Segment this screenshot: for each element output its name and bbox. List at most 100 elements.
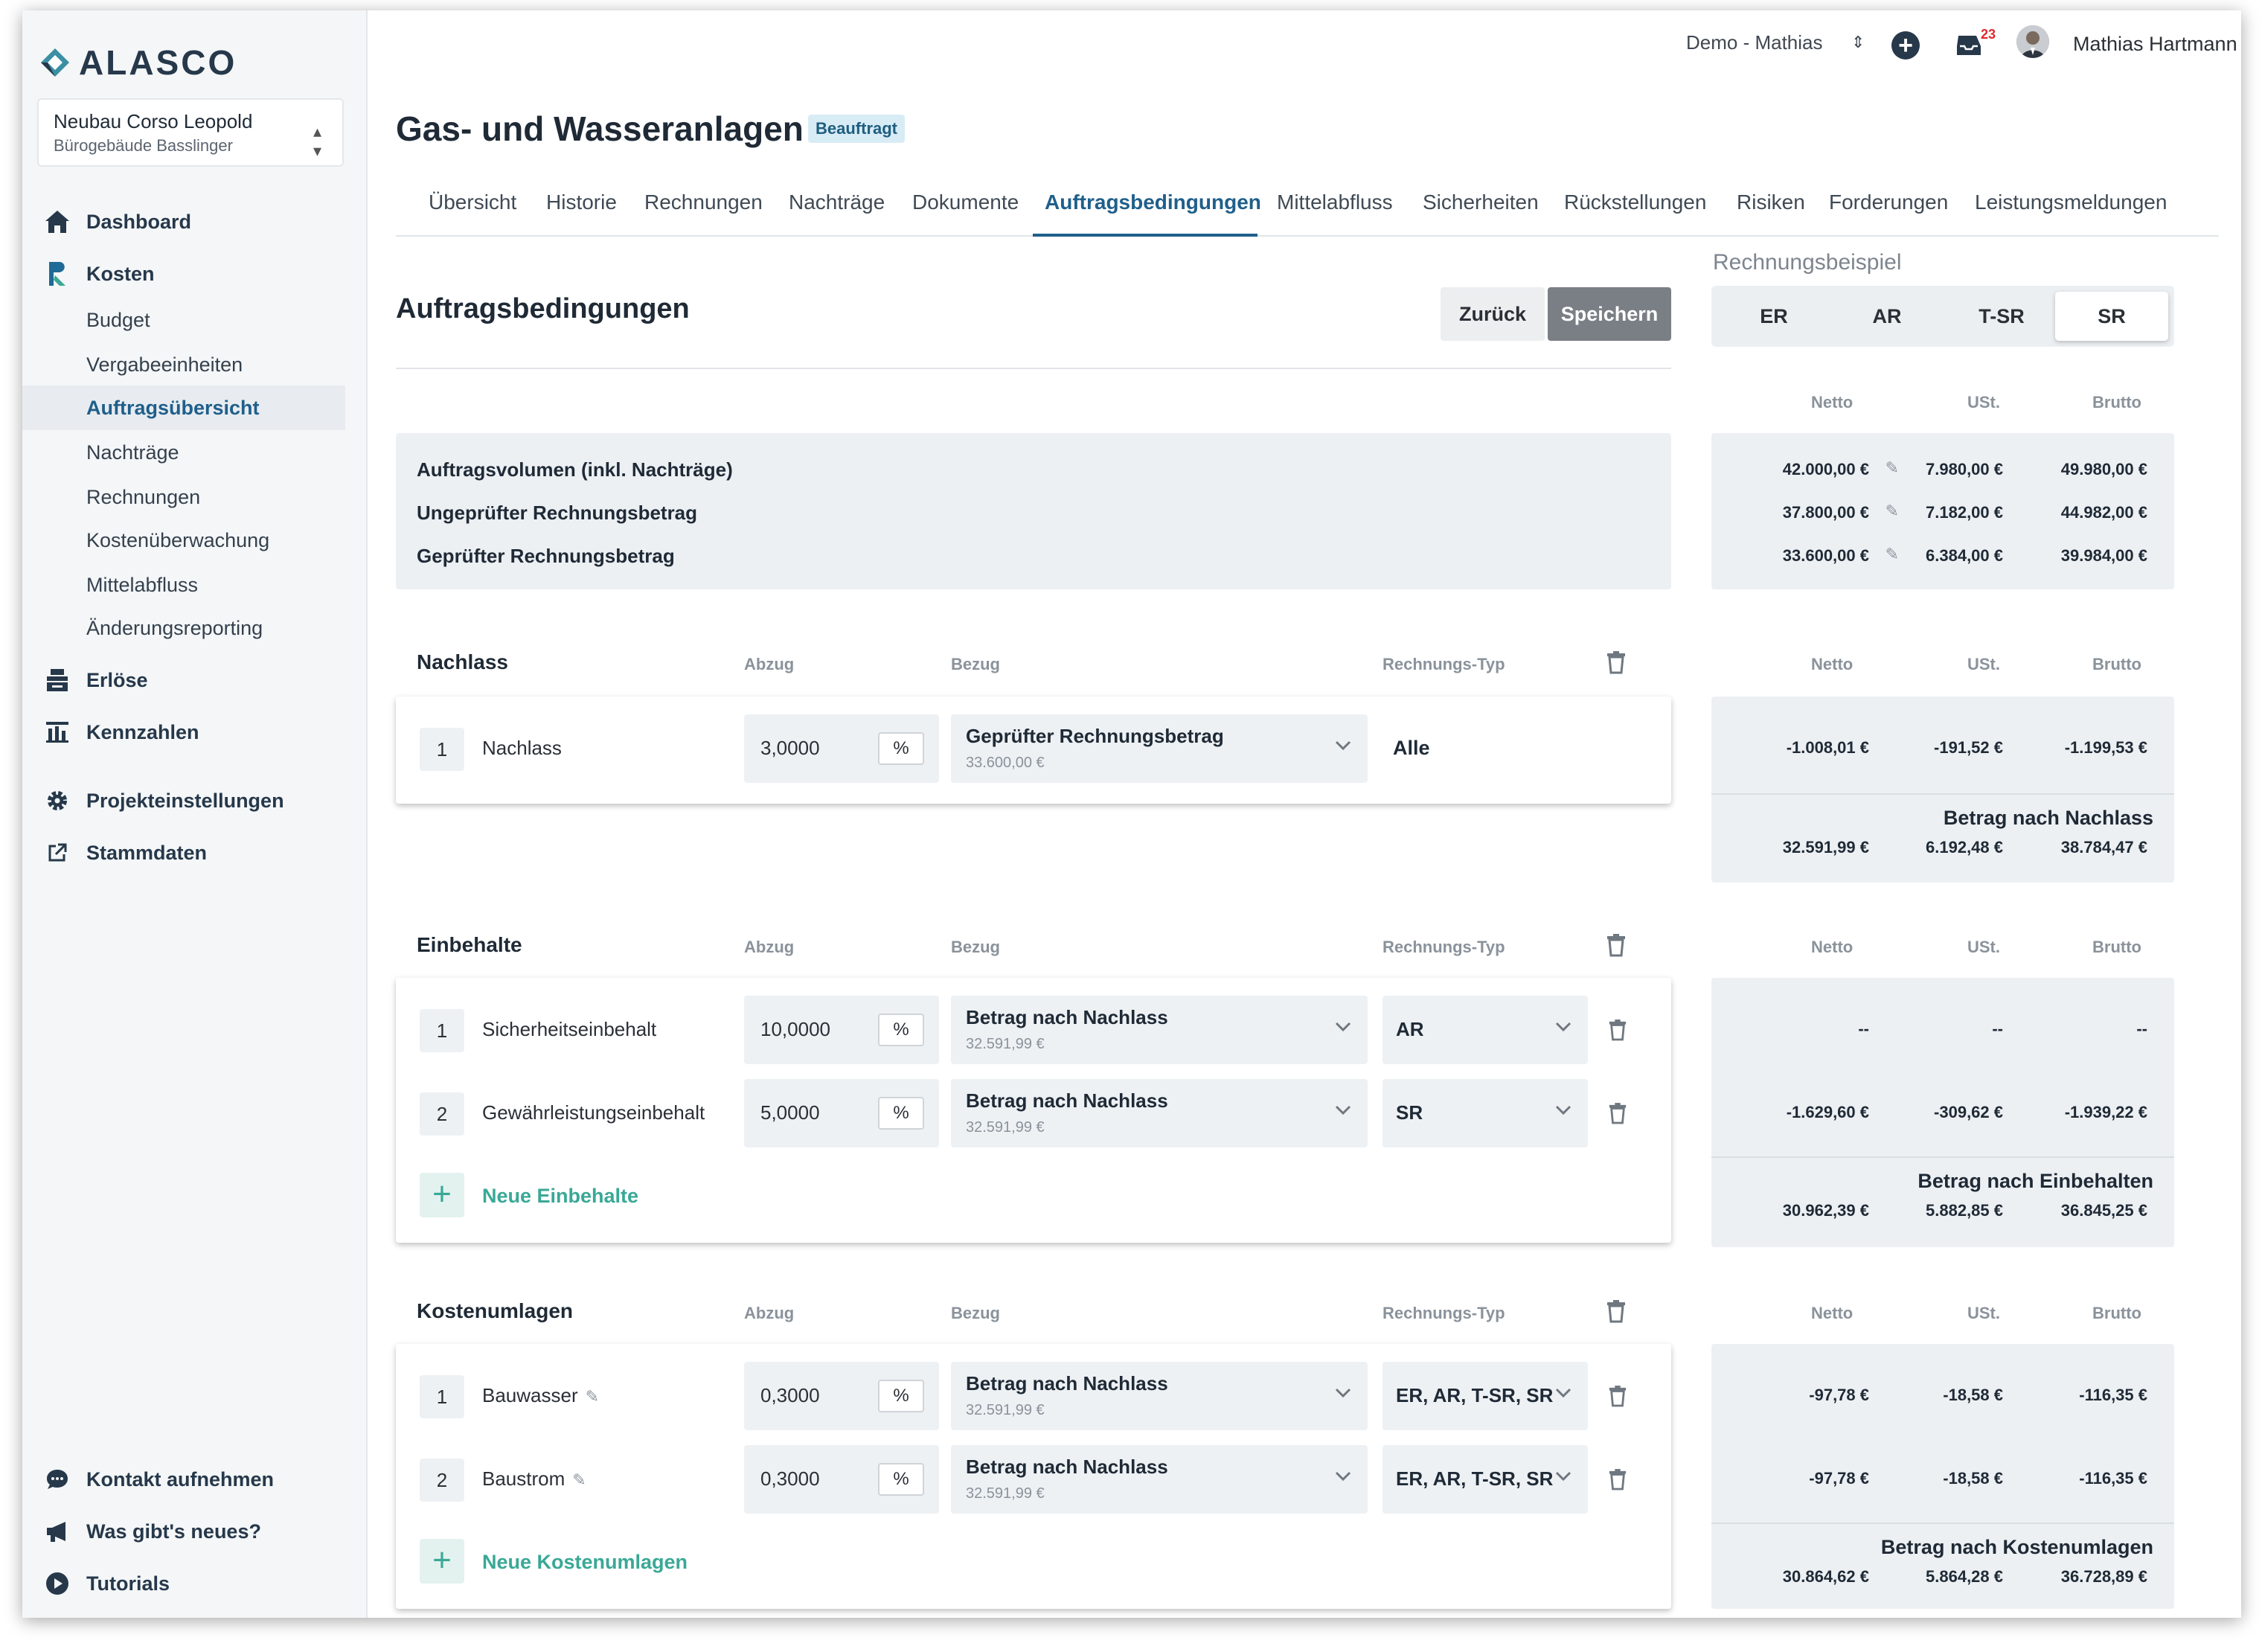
row-name: Gewährleistungseinbehalt	[482, 1101, 705, 1124]
table-row: 1 Sicherheitseinbehalt 10,0000 % Betrag …	[396, 996, 1671, 1064]
rechnungstyp-select[interactable]: ER, AR, T-SR, SR	[1382, 1445, 1588, 1514]
play-icon	[43, 1569, 71, 1598]
nav-label: Erlöse	[86, 668, 148, 691]
tab-uebersicht[interactable]: Übersicht	[429, 191, 516, 214]
abzug-input[interactable]: 0,3000 %	[744, 1445, 939, 1514]
unit-selector[interactable]: %	[878, 732, 924, 765]
total-ust: 5.864,28 €	[1926, 1567, 2003, 1586]
avatar[interactable]	[2016, 25, 2049, 58]
segment-sr[interactable]: SR	[2055, 292, 2168, 341]
trash-icon[interactable]	[1601, 647, 1631, 677]
bezug-select[interactable]: Betrag nach Nachlass 32.591,99 €	[951, 1445, 1368, 1514]
nav-kontakt[interactable]: Kontakt aufnehmen	[22, 1457, 368, 1502]
sidebar-item-auftragsuebersicht[interactable]: Auftragsübersicht	[22, 385, 345, 430]
summary-values-panel: 42.000,00 € ✎ 7.980,00 € 49.980,00 € 37.…	[1711, 433, 2174, 589]
trash-icon[interactable]	[1601, 930, 1631, 960]
pencil-icon[interactable]: ✎	[586, 1387, 599, 1406]
abzug-value: 5,0000	[760, 1101, 820, 1124]
bezug-select[interactable]: Betrag nach Nachlass 32.591,99 €	[951, 1079, 1368, 1147]
tab-forderungen[interactable]: Forderungen	[1829, 191, 1948, 214]
bezug-select[interactable]: Geprüfter Rechnungsbetrag 33.600,00 €	[951, 714, 1368, 783]
tab-rueckstellungen[interactable]: Rückstellungen	[1564, 191, 1706, 214]
trash-icon[interactable]	[1603, 1381, 1633, 1411]
sidebar-item-kostenueberwachung[interactable]: Kostenüberwachung	[22, 518, 345, 563]
add-einbehalte-button[interactable]: + Neue Einbehalte	[396, 1162, 1671, 1231]
nav-dashboard[interactable]: Dashboard	[22, 199, 368, 244]
tab-historie[interactable]: Historie	[546, 191, 617, 214]
nav-neues[interactable]: Was gibt's neues?	[22, 1509, 368, 1554]
nav-stammdaten[interactable]: Stammdaten	[22, 830, 368, 875]
cost-icon	[43, 260, 71, 288]
logo[interactable]: ALASCO	[39, 40, 237, 85]
abzug-input[interactable]: 10,0000 %	[744, 996, 939, 1064]
nav-kosten[interactable]: Kosten	[22, 252, 368, 296]
nav-erloese[interactable]: Erlöse	[22, 658, 368, 702]
bezug-label: Betrag nach Nachlass	[966, 1456, 1168, 1478]
page-title: Gas- und Wasseranlagen	[396, 109, 804, 148]
sidebar-item-vergabeeinheiten[interactable]: Vergabeeinheiten	[22, 342, 345, 387]
trash-icon[interactable]	[1603, 1464, 1633, 1494]
sidebar-item-nachtraege[interactable]: Nachträge	[22, 430, 345, 475]
sidebar-item-aenderungsreporting[interactable]: Änderungsreporting	[22, 606, 345, 650]
project-switcher[interactable]: Neubau Corso Leopold Bürogebäude Basslin…	[37, 98, 344, 167]
bezug-select[interactable]: Betrag nach Nachlass 32.591,99 €	[951, 1362, 1368, 1430]
add-kostenumlagen-button[interactable]: + Neue Kostenumlagen	[396, 1528, 1671, 1597]
value-ust: --	[1992, 1019, 2003, 1038]
einbehalte-card: 1 Sicherheitseinbehalt 10,0000 % Betrag …	[396, 978, 1671, 1243]
total-brutto: 36.845,25 €	[2060, 1201, 2147, 1220]
unit-selector[interactable]: %	[878, 1014, 924, 1046]
trash-icon[interactable]	[1603, 1015, 1633, 1045]
nachlass-values-panel: -1.008,01 € -191,52 € -1.199,53 € Betrag…	[1711, 697, 2174, 883]
rechnungstyp-select[interactable]: ER, AR, T-SR, SR	[1382, 1362, 1588, 1430]
sidebar-item-budget[interactable]: Budget	[22, 298, 345, 342]
rechnungstyp-select[interactable]: AR	[1382, 996, 1588, 1064]
total-netto: 30.864,62 €	[1782, 1567, 1869, 1586]
abzug-value: 0,3000	[760, 1384, 820, 1406]
nav-projekteinstellungen[interactable]: Projekteinstellungen	[22, 778, 368, 823]
nav-kennzahlen[interactable]: Kennzahlen	[22, 710, 368, 755]
rechnungstyp-select[interactable]: SR	[1382, 1079, 1588, 1147]
nav-label: Was gibt's neues?	[86, 1520, 261, 1543]
pencil-icon[interactable]: ✎	[1885, 545, 1899, 564]
tab-sicherheiten[interactable]: Sicherheiten	[1423, 191, 1539, 214]
segment-tsr[interactable]: T-SR	[1945, 292, 2058, 341]
segment-ar[interactable]: AR	[1830, 292, 1944, 341]
unit-selector[interactable]: %	[878, 1380, 924, 1412]
notification-badge: 23	[1981, 27, 1996, 42]
abzug-input[interactable]: 5,0000 %	[744, 1079, 939, 1147]
bezug-select[interactable]: Betrag nach Nachlass 32.591,99 €	[951, 996, 1368, 1064]
tab-mittelabfluss[interactable]: Mittelabfluss	[1277, 191, 1393, 214]
add-icon[interactable]: +	[1891, 31, 1920, 60]
nav-tutorials[interactable]: Tutorials	[22, 1561, 368, 1606]
tab-leistungsmeldungen[interactable]: Leistungsmeldungen	[1975, 191, 2167, 214]
bezug-label: Betrag nach Nachlass	[966, 1089, 1168, 1112]
chevron-down-icon	[1335, 740, 1351, 751]
pencil-icon[interactable]: ✎	[1885, 458, 1899, 478]
trash-icon[interactable]	[1603, 1098, 1633, 1128]
abzug-input[interactable]: 3,0000 %	[744, 714, 939, 783]
pencil-icon[interactable]: ✎	[1885, 502, 1899, 521]
workspace-switcher[interactable]: Demo - Mathias ⇕	[1686, 31, 1865, 54]
tab-rechnungen[interactable]: Rechnungen	[644, 191, 763, 214]
tab-risiken[interactable]: Risiken	[1737, 191, 1805, 214]
value-netto: -97,78 €	[1809, 1386, 1869, 1404]
unit-selector[interactable]: %	[878, 1463, 924, 1496]
pencil-icon[interactable]: ✎	[572, 1470, 586, 1489]
user-name[interactable]: Mathias Hartmann	[2073, 33, 2237, 56]
segment-er[interactable]: ER	[1717, 292, 1830, 341]
abzug-input[interactable]: 0,3000 %	[744, 1362, 939, 1430]
tab-nachtraege[interactable]: Nachträge	[789, 191, 885, 214]
inbox-icon[interactable]	[1954, 33, 1984, 58]
tab-dokumente[interactable]: Dokumente	[912, 191, 1019, 214]
add-kostenumlagen-label: Neue Kostenumlagen	[482, 1551, 688, 1573]
tab-auftragsbedingungen[interactable]: Auftragsbedingungen	[1045, 191, 1261, 214]
sidebar-item-rechnungen[interactable]: Rechnungen	[22, 475, 345, 519]
trash-icon[interactable]	[1601, 1296, 1631, 1326]
nachlass-total-label: Betrag nach Nachlass	[1943, 807, 2153, 829]
back-button[interactable]: Zurück	[1441, 287, 1545, 341]
row-number: 2	[420, 1459, 464, 1502]
sidebar-item-mittelabfluss[interactable]: Mittelabfluss	[22, 563, 345, 607]
unit-selector[interactable]: %	[878, 1097, 924, 1130]
summary-brutto: 39.984,00 €	[2060, 546, 2147, 565]
save-button[interactable]: Speichern	[1548, 287, 1671, 341]
